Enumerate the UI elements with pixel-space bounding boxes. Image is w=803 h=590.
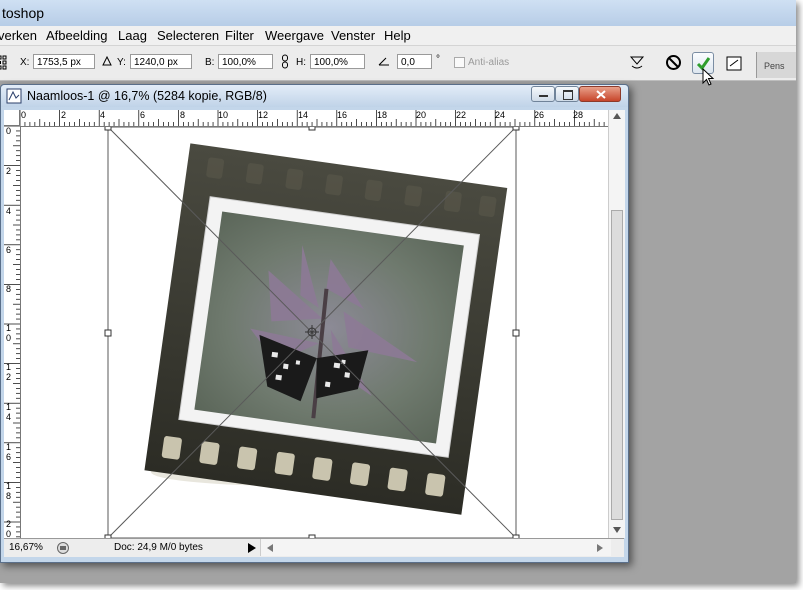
- ruler-label: 14: [298, 110, 309, 120]
- ruler-label: 2: [61, 110, 67, 120]
- vertical-scrollbar[interactable]: [608, 110, 625, 538]
- cancel-transform-icon[interactable]: [665, 54, 682, 71]
- y-position-field[interactable]: 1240,0 px: [130, 54, 192, 69]
- photoshop-doc-icon: [6, 88, 22, 104]
- menu-afbeelding[interactable]: Afbeelding: [46, 28, 107, 43]
- horizontal-ruler[interactable]: 0 2 4 6 8 10 12 14 16 18 20 22 24 26 28: [20, 110, 608, 127]
- ruler-label: 1 6: [6, 442, 12, 462]
- panel-toggle-icon[interactable]: [725, 53, 745, 73]
- menu-help[interactable]: Help: [384, 28, 411, 43]
- panel-tab[interactable]: Pens: [756, 52, 796, 78]
- menu-filter[interactable]: Filter: [225, 28, 254, 43]
- ruler-label: 4: [6, 206, 12, 216]
- angle-icon: [378, 57, 389, 66]
- y-label: Y:: [117, 57, 126, 68]
- menu-weergave[interactable]: Weergave: [265, 28, 324, 43]
- ruler-label: 24: [495, 110, 506, 120]
- app-title: toshop: [2, 5, 45, 21]
- doc-size-info: Doc: 24,9 M/0 bytes: [114, 542, 203, 553]
- ruler-label: 0: [21, 110, 27, 120]
- link-icon[interactable]: [281, 54, 289, 70]
- ruler-label: 0: [6, 126, 12, 136]
- ruler-origin[interactable]: [4, 110, 20, 126]
- warp-icon[interactable]: [629, 54, 645, 70]
- x-label: X:: [20, 57, 30, 68]
- ruler-label: 10: [218, 110, 229, 120]
- menu-bewerken[interactable]: verken: [0, 28, 37, 43]
- zoom-level[interactable]: 16,67%: [9, 542, 43, 553]
- panel-tab-label: Pens: [764, 61, 785, 71]
- x-position-field[interactable]: 1753,5 px: [33, 54, 95, 69]
- menu-laag[interactable]: Laag: [118, 28, 147, 43]
- antialias-label: Anti-alias: [468, 57, 510, 68]
- degree-symbol: °: [436, 54, 440, 65]
- close-icon: [596, 90, 606, 99]
- document-titlebar[interactable]: Naamloos-1 @ 16,7% (5284 kopie, RGB/8): [1, 85, 628, 107]
- rotation-field[interactable]: 0,0: [397, 54, 432, 69]
- photoshop-window: toshop verken Afbeelding Laag Selecteren…: [0, 0, 796, 583]
- status-arrow-icon[interactable]: [248, 543, 256, 553]
- antialias-checkbox[interactable]: [454, 57, 465, 68]
- ruler-label: 4: [100, 110, 106, 120]
- scroll-up-icon[interactable]: [613, 113, 621, 119]
- height-percent-field[interactable]: 100,0%: [310, 54, 365, 69]
- menu-venster[interactable]: Venster: [331, 28, 375, 43]
- width-percent-field[interactable]: 100,0%: [218, 54, 273, 69]
- filmstrip-image: [104, 127, 520, 538]
- ruler-label: 6: [140, 110, 146, 120]
- ruler-label: 6: [6, 245, 12, 255]
- ruler-label: 12: [258, 110, 269, 120]
- scroll-right-icon[interactable]: [597, 544, 603, 552]
- document-title: Naamloos-1 @ 16,7% (5284 kopie, RGB/8): [27, 89, 267, 103]
- status-menu-icon[interactable]: [56, 541, 70, 555]
- horizontal-scrollbar[interactable]: [260, 539, 611, 556]
- ruler-label: 22: [456, 110, 467, 120]
- width-label: B:: [205, 57, 215, 68]
- minimize-button[interactable]: [531, 86, 555, 102]
- vertical-scroll-thumb[interactable]: [611, 210, 623, 520]
- document-canvas[interactable]: [21, 127, 608, 538]
- scroll-down-icon[interactable]: [613, 527, 621, 533]
- maximize-button[interactable]: [555, 86, 579, 102]
- delta-icon[interactable]: [102, 56, 112, 66]
- height-label: H:: [296, 57, 306, 68]
- app-titlebar: toshop: [0, 0, 796, 26]
- menu-selecteren[interactable]: Selecteren: [157, 28, 219, 43]
- ruler-label: 1 0: [6, 323, 12, 343]
- ruler-label: 8: [6, 284, 12, 294]
- ruler-label: 2: [6, 166, 12, 176]
- ruler-label: 20: [416, 110, 427, 120]
- horizontal-ruler-ticks: [20, 110, 605, 126]
- menu-bar: verken Afbeelding Laag Selecteren Filter…: [0, 26, 796, 46]
- ruler-label: 8: [180, 110, 186, 120]
- scroll-left-icon[interactable]: [267, 544, 273, 552]
- ruler-label: 1 8: [6, 481, 12, 501]
- ruler-label: 16: [337, 110, 348, 120]
- vertical-ruler[interactable]: 0 2 4 6 8 1 0 1 2 1 4 1 6 1 8 2 0: [4, 126, 21, 538]
- ruler-label: 28: [573, 110, 584, 120]
- mouse-cursor-icon: [702, 68, 715, 86]
- close-button[interactable]: [579, 86, 621, 102]
- ruler-label: 1 4: [6, 402, 12, 422]
- ruler-label: 26: [534, 110, 545, 120]
- ruler-label: 18: [377, 110, 388, 120]
- status-bar: 16,67% Doc: 24,9 M/0 bytes: [4, 538, 624, 557]
- butterfly-photo: [194, 211, 464, 444]
- ruler-label: 1 2: [6, 362, 12, 382]
- reference-point-icon[interactable]: [0, 55, 9, 71]
- ruler-label: 2 0: [6, 519, 12, 538]
